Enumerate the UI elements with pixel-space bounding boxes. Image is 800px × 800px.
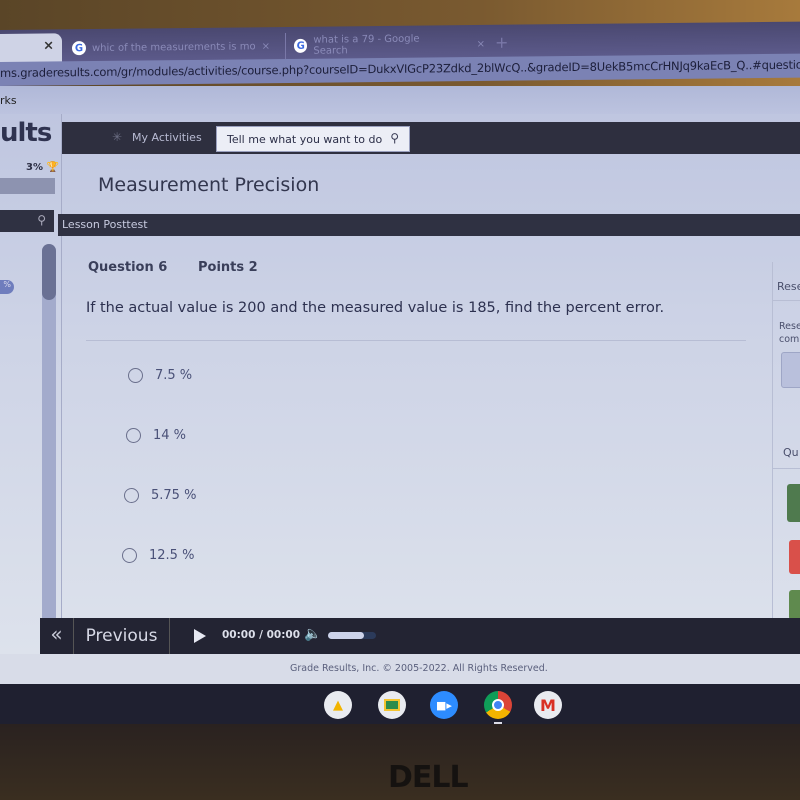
copyright-text: Grade Results, Inc. © 2005-2022. All Rig… (290, 663, 548, 674)
trophy-icon: 🏆 (46, 162, 59, 173)
os-shelf: ▲ ■▸ M (0, 684, 800, 724)
app-logo[interactable]: ults (0, 118, 52, 148)
option-label: 7.5 % (155, 368, 193, 383)
close-tab-icon[interactable]: × (262, 41, 270, 52)
google-classroom-icon[interactable] (378, 691, 406, 719)
questions-heading: Qu (783, 446, 799, 459)
divider (773, 300, 800, 301)
right-panel: Rese Rese com Qu (772, 262, 800, 622)
google-icon: G (72, 41, 86, 56)
search-icon[interactable]: ⚲ (37, 213, 46, 227)
option-label: 12.5 % (149, 548, 195, 563)
page-title: Measurement Precision (98, 174, 320, 196)
google-drive-icon[interactable]: ▲ (324, 691, 352, 719)
answer-option[interactable]: 12.5 % (122, 548, 194, 563)
gmail-icon[interactable]: M (534, 691, 562, 719)
divider (773, 468, 800, 469)
question-text: If the actual value is 200 and the measu… (86, 300, 665, 316)
answer-option[interactable]: 5.75 % (124, 488, 196, 503)
option-label: 5.75 % (151, 488, 197, 503)
laptop-bezel: DELL (0, 724, 800, 800)
scrollbar-thumb[interactable] (42, 244, 56, 300)
question-status-correct[interactable] (789, 590, 800, 620)
help-search-input[interactable]: Tell me what you want to do ⚲ (216, 126, 410, 152)
question-card: Question 6 Points 2 If the actual value … (62, 238, 772, 618)
tab-active[interactable]: × (0, 33, 62, 64)
first-question-button[interactable]: « (40, 618, 74, 654)
bookmarks-label[interactable]: rks (0, 94, 17, 107)
top-nav: ✳ My Activities Tell me what you want to… (62, 122, 800, 154)
close-tab-icon[interactable]: × (43, 38, 54, 53)
resources-heading: Rese (777, 280, 800, 293)
radio-button[interactable] (122, 548, 137, 563)
close-tab-icon[interactable]: × (477, 38, 485, 49)
sidebar-badge: % (0, 280, 14, 294)
search-placeholder: Tell me what you want to do (227, 133, 383, 146)
bottom-toolbar: « Previous 00:00 / 00:00 🔈 (40, 618, 800, 654)
search-icon[interactable]: ⚲ (390, 131, 399, 145)
divider (86, 340, 746, 341)
audio-time: 00:00 / 00:00 (222, 629, 301, 641)
answer-option[interactable]: 7.5 % (128, 368, 192, 383)
section-header: Lesson Posttest (58, 214, 800, 236)
bookmarks-bar: rks (0, 86, 800, 114)
radio-button[interactable] (128, 368, 143, 383)
resources-text: Rese com (779, 321, 800, 345)
radio-button[interactable] (124, 488, 139, 503)
section-title: Lesson Posttest (62, 218, 148, 231)
tab-search-1[interactable]: G whic of the measurements is mo × (72, 33, 272, 61)
url-text[interactable]: ms.graderesults.com/gr/modules/activitie… (0, 57, 800, 80)
brand-logo: DELL (388, 760, 469, 795)
web-page: ults 3% 🏆 ⚲ % ✳ My Activities Tell me wh… (0, 114, 800, 654)
answer-option[interactable]: 14 % (126, 428, 186, 443)
zoom-icon[interactable]: ■▸ (430, 691, 458, 719)
radio-button[interactable] (126, 428, 141, 443)
tab-title: whic of the measurements is mo (92, 40, 256, 54)
google-icon: G (294, 38, 308, 53)
resources-button[interactable] (781, 352, 800, 388)
option-label: 14 % (153, 428, 187, 443)
progress-bar (0, 178, 55, 194)
tab-title: what is a 79 - Google Search (313, 33, 420, 57)
chrome-icon[interactable] (484, 691, 512, 719)
question-status-correct[interactable] (787, 484, 800, 522)
left-sidebar: ults 3% 🏆 ⚲ % (0, 114, 62, 654)
scrollbar[interactable] (42, 244, 56, 624)
photo-stage: × G whic of the measurements is mo × G w… (0, 0, 800, 800)
new-tab-button[interactable]: + (495, 33, 508, 52)
play-icon[interactable] (194, 629, 206, 643)
footer: Grade Results, Inc. © 2005-2022. All Rig… (0, 654, 800, 684)
previous-button[interactable]: Previous (74, 618, 170, 654)
tab-search-2[interactable]: G what is a 79 - Google Search × (285, 30, 485, 60)
progress-percent: 3% 🏆 (26, 162, 59, 173)
volume-fill (328, 632, 364, 639)
volume-icon[interactable]: 🔈 (304, 626, 321, 642)
question-status-incorrect[interactable] (789, 540, 800, 574)
my-activities-link[interactable]: My Activities (132, 131, 202, 144)
sidebar-search[interactable]: ⚲ (0, 210, 54, 232)
question-points: Points 2 (198, 260, 258, 275)
question-number: Question 6 (88, 260, 168, 275)
activities-icon: ✳ (112, 130, 123, 144)
volume-slider[interactable] (328, 632, 376, 639)
